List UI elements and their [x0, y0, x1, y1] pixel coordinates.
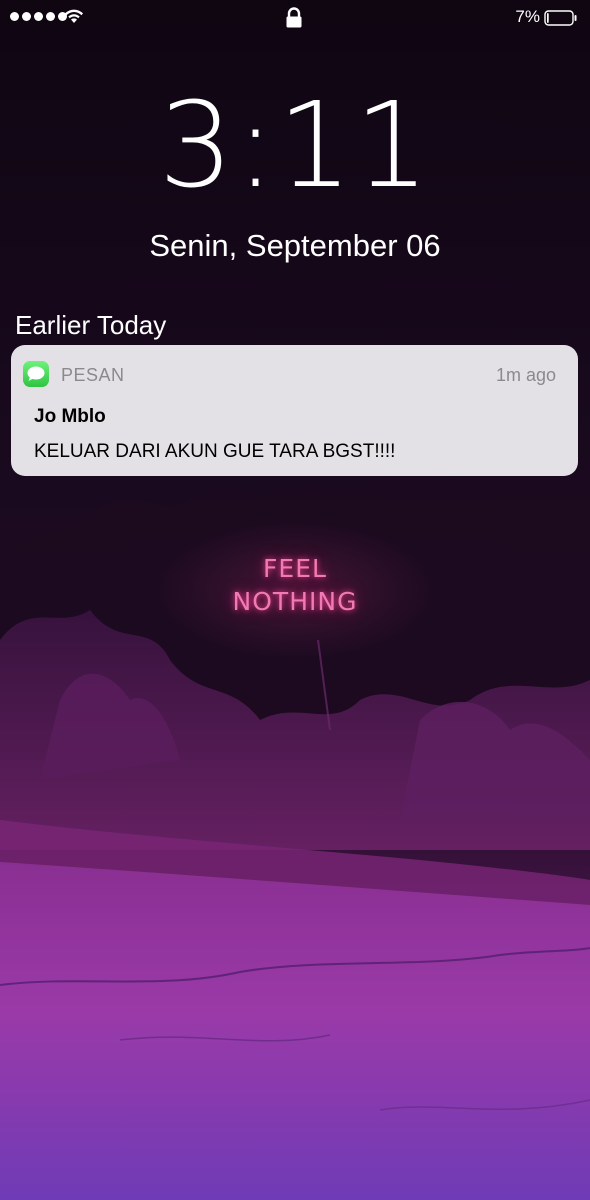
notification-timestamp: 1m ago [495, 365, 556, 385]
lock-screen-time: 3:11 [158, 76, 432, 214]
status-bar: 7% [0, 0, 590, 36]
neon-sign-line-2: NOTHING [232, 587, 358, 616]
message-notification[interactable]: PESAN 1m ago Jo Mblo KELUAR DARI AKUN GU… [11, 345, 578, 476]
battery-level-fill [547, 13, 549, 23]
neon-sign: FEEL NOTHING [0, 552, 590, 618]
cellular-signal-icon [10, 12, 67, 21]
notification-message: KELUAR DARI AKUN GUE TARA BGST!!!! [34, 441, 396, 462]
notification-app-name: PESAN [61, 365, 125, 385]
battery-icon [544, 10, 577, 26]
wifi-icon [65, 9, 83, 23]
neon-sign-line-1: FEEL [263, 554, 327, 583]
notification-header: PESAN 1m ago [11, 345, 578, 399]
notification-sender: Jo Mblo [34, 406, 106, 427]
battery-percentage: 7% [515, 7, 540, 26]
lock-icon [286, 7, 302, 28]
messages-icon [23, 361, 49, 387]
lock-screen-date: Senin, September 06 [149, 228, 441, 263]
notification-section-title: Earlier Today [15, 310, 167, 340]
